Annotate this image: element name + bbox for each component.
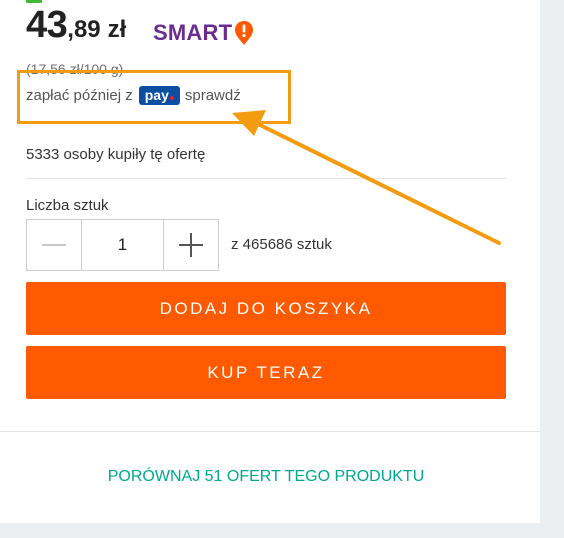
annotation-arrow bbox=[232, 110, 501, 245]
